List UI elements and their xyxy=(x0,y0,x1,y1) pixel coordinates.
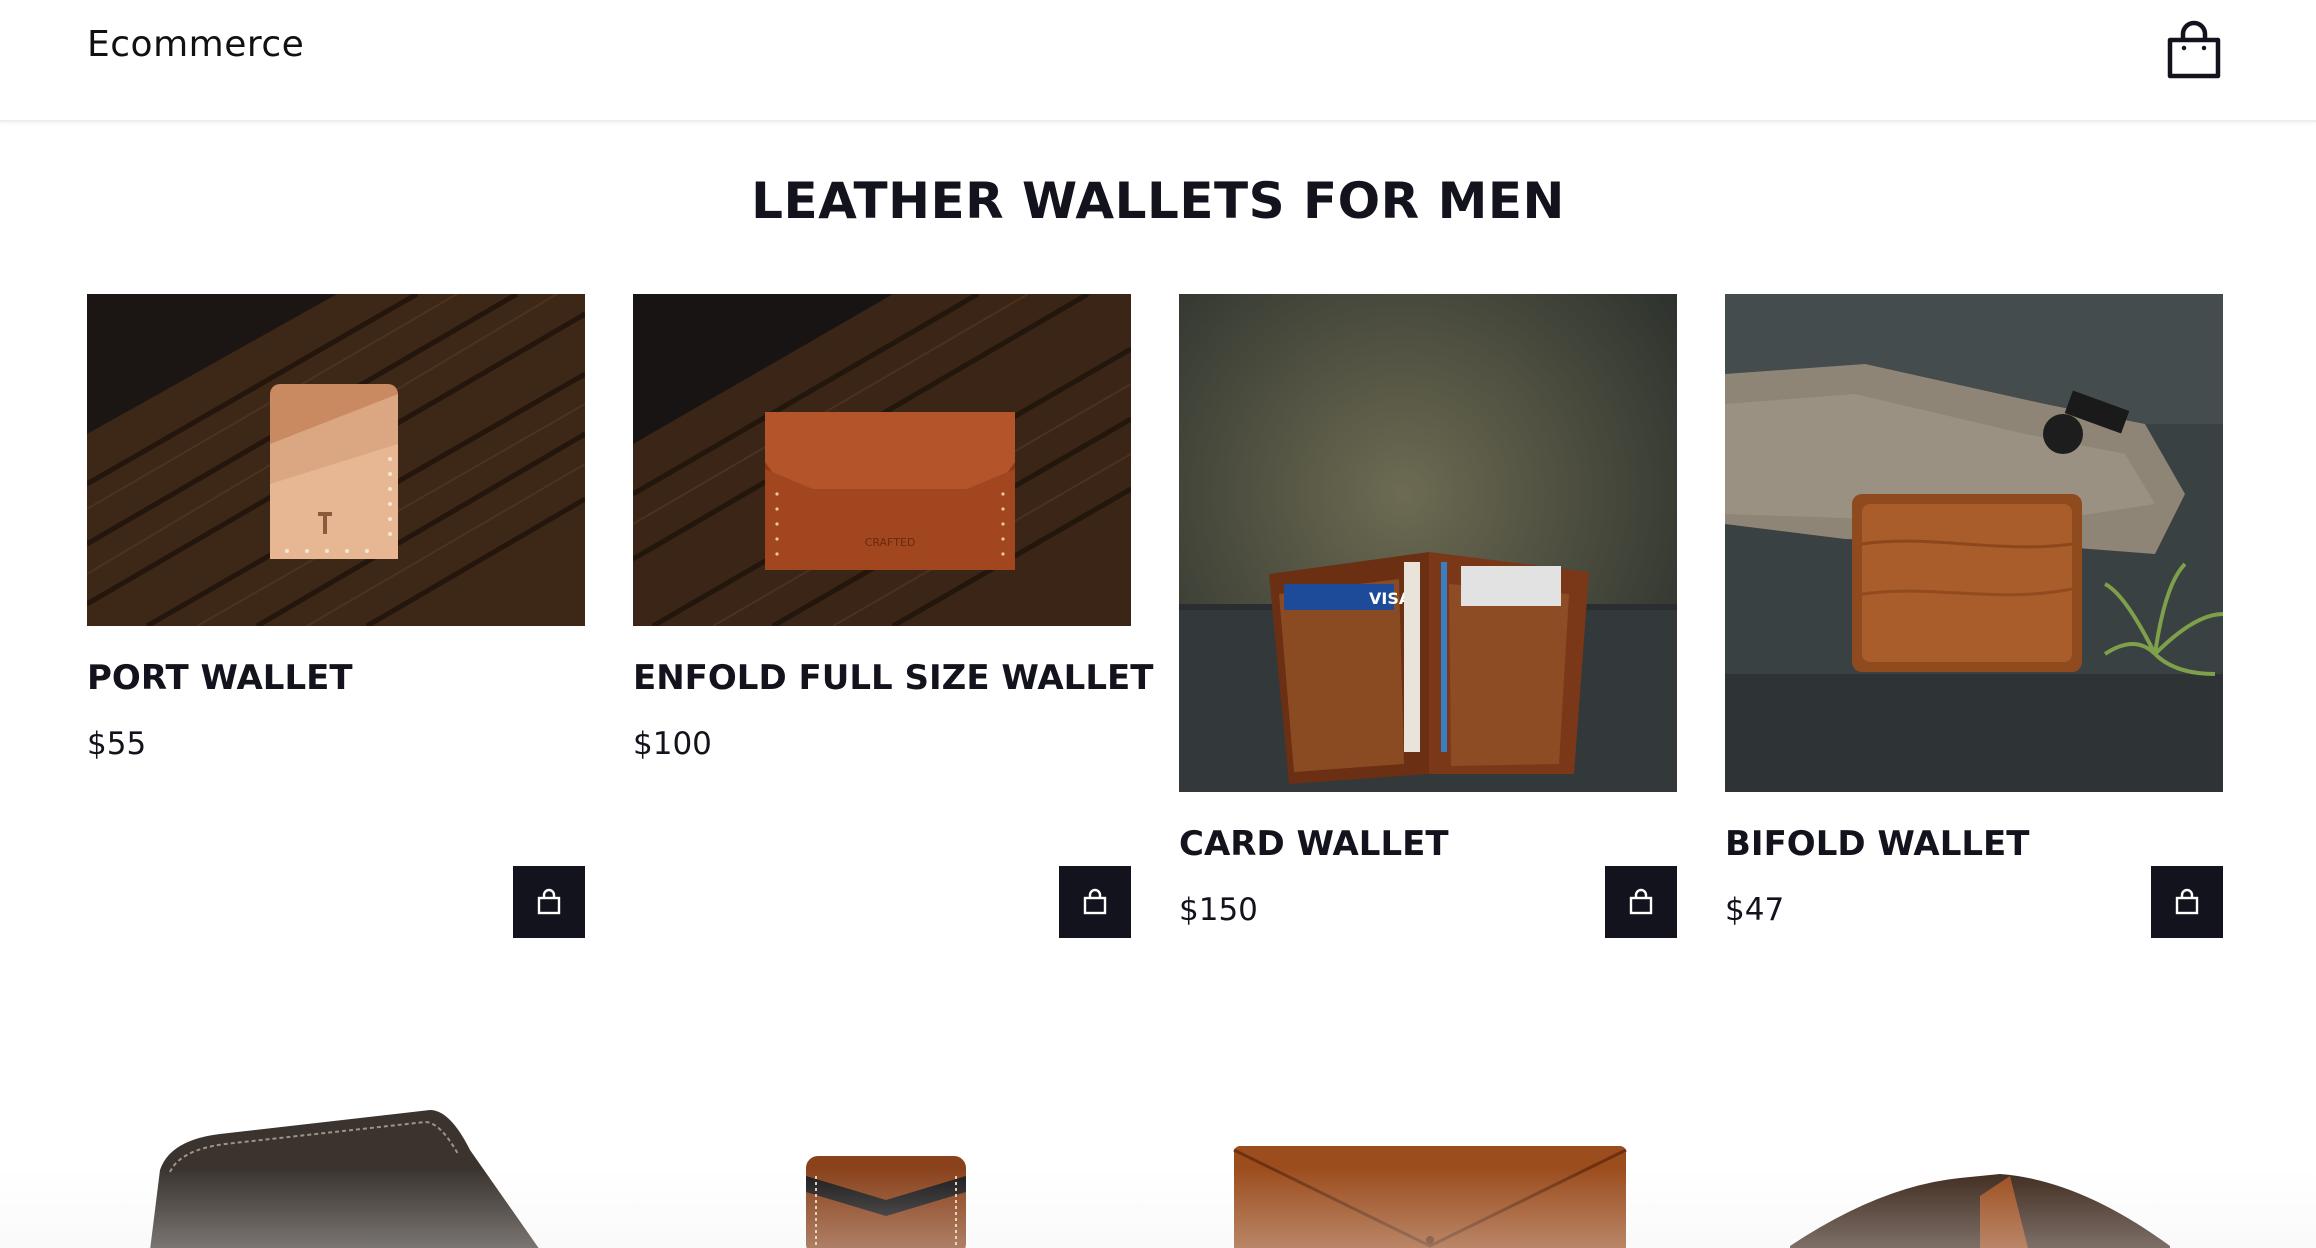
fade-overlay xyxy=(0,1168,2316,1248)
svg-text:CRAFTED: CRAFTED xyxy=(865,536,916,549)
product-name[interactable]: PORT WALLET xyxy=(87,658,353,698)
cart-button[interactable] xyxy=(2166,20,2222,80)
product-name[interactable]: BIFOLD WALLET xyxy=(1725,824,2029,864)
product-image-bifold-wallet[interactable] xyxy=(1725,294,2223,792)
product-name[interactable]: CARD WALLET xyxy=(1179,824,1449,864)
product-name[interactable]: ENFOLD FULL SIZE WALLET xyxy=(633,658,1153,698)
add-to-cart-button[interactable] xyxy=(2151,866,2223,938)
brand-logo[interactable]: Ecommerce xyxy=(87,24,304,65)
product-row-2 xyxy=(0,1060,2316,1248)
shopping-bag-icon xyxy=(1083,888,1107,915)
shopping-bag-icon xyxy=(1629,888,1653,915)
add-to-cart-button[interactable] xyxy=(1605,866,1677,938)
add-to-cart-button[interactable] xyxy=(1059,866,1131,938)
top-navbar: Ecommerce xyxy=(0,0,2316,122)
shopping-bag-icon xyxy=(537,888,561,915)
shopping-bag-icon xyxy=(2167,20,2221,79)
product-image-port-wallet[interactable] xyxy=(87,294,585,626)
product-image-card-wallet[interactable]: VISA xyxy=(1179,294,1677,792)
page-title: LEATHER WALLETS FOR MEN xyxy=(751,172,1565,230)
product-price: $100 xyxy=(633,726,712,762)
product-price: $55 xyxy=(87,726,147,762)
add-to-cart-button[interactable] xyxy=(513,866,585,938)
product-price: $47 xyxy=(1725,892,1785,928)
product-image-enfold-wallet[interactable]: CRAFTED xyxy=(633,294,1131,626)
product-price: $150 xyxy=(1179,892,1258,928)
shopping-bag-icon xyxy=(2175,888,2199,915)
